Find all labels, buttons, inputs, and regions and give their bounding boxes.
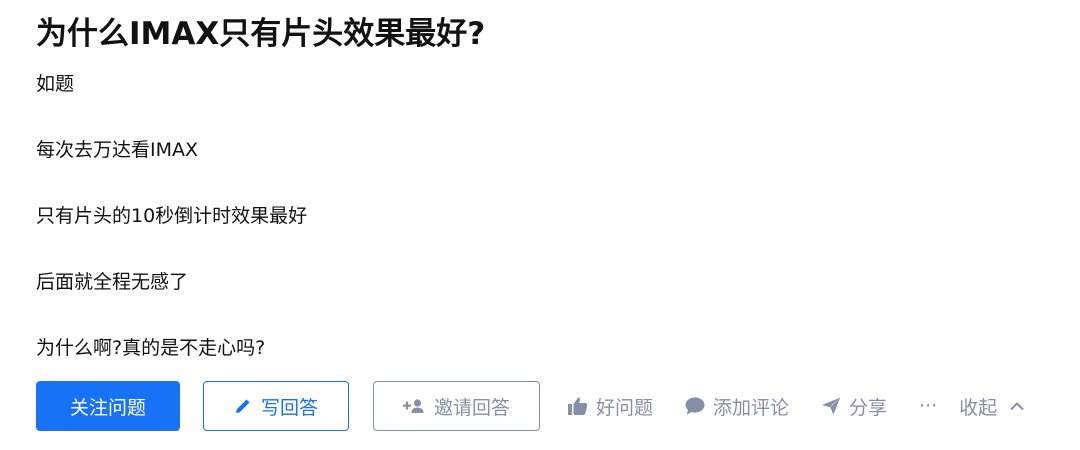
detail-line: 如题 bbox=[36, 73, 75, 95]
follow-question-label: 关注问题 bbox=[69, 396, 146, 419]
chevron-up-icon bbox=[1009, 400, 1025, 412]
add-comment-label: 添加评论 bbox=[713, 396, 790, 419]
comment-icon bbox=[685, 397, 705, 415]
collapse-button[interactable]: 收起 bbox=[959, 393, 1025, 420]
collapse-label: 收起 bbox=[959, 396, 998, 419]
question-detail: 如题 每次去万达看IMAX 只有片头的10秒倒计时效果最好 后面就全程无感了 为… bbox=[36, 66, 307, 366]
share-label: 分享 bbox=[849, 396, 888, 419]
detail-line: 只有片头的10秒倒计时效果最好 bbox=[36, 205, 308, 227]
invite-answer-button[interactable]: 邀请回答 bbox=[373, 381, 540, 431]
invite-answer-label: 邀请回答 bbox=[433, 396, 510, 419]
more-label: ··· bbox=[919, 395, 938, 417]
more-options-button[interactable]: ··· bbox=[919, 395, 937, 417]
good-question-button[interactable]: 好问题 bbox=[568, 393, 653, 420]
add-user-icon bbox=[402, 397, 425, 415]
paper-plane-icon bbox=[821, 397, 841, 415]
write-answer-label: 写回答 bbox=[260, 396, 318, 419]
follow-question-button[interactable]: 关注问题 bbox=[36, 381, 180, 431]
add-comment-button[interactable]: 添加评论 bbox=[685, 393, 789, 420]
write-answer-button[interactable]: 写回答 bbox=[203, 381, 349, 431]
thumbs-up-icon bbox=[568, 397, 588, 415]
detail-line: 后面就全程无感了 bbox=[36, 271, 189, 293]
good-question-label: 好问题 bbox=[596, 396, 654, 419]
detail-line: 每次去万达看IMAX bbox=[36, 139, 199, 161]
detail-line: 为什么啊?真的是不走心吗? bbox=[36, 337, 266, 359]
pencil-icon bbox=[234, 397, 252, 415]
question-actions: 关注问题 写回答 邀请回答 好问题 添加评论 分享 ··· 收起 bbox=[36, 381, 1025, 431]
question-title: 为什么IMAX只有片头效果最好? bbox=[36, 16, 486, 52]
share-button[interactable]: 分享 bbox=[821, 393, 887, 420]
